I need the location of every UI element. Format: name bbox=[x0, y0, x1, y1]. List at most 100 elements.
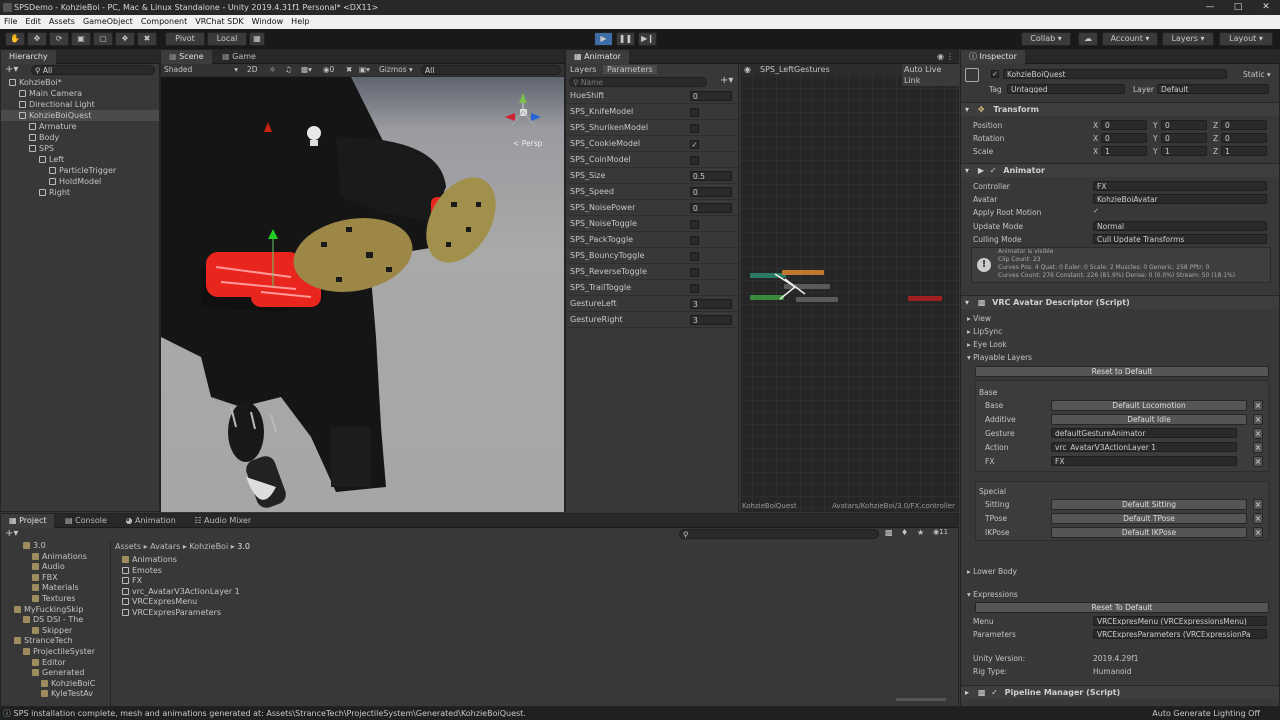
lighting-icon[interactable]: ☼ bbox=[269, 64, 276, 76]
hierarchy-item[interactable]: Armature bbox=[1, 121, 159, 132]
menu-vrchat-sdk[interactable]: VRChat SDK bbox=[191, 15, 247, 29]
tab-animator[interactable]: ▦ Animator bbox=[566, 50, 629, 64]
special-slot-button[interactable]: Default TPose bbox=[1051, 513, 1247, 524]
tab-game[interactable]: ▦ Game bbox=[214, 50, 264, 64]
create-icon[interactable]: +▾ bbox=[5, 528, 18, 539]
parameter-checkbox[interactable] bbox=[690, 156, 699, 165]
tag-dropdown[interactable]: Untagged bbox=[1007, 84, 1125, 94]
project-tree-item[interactable]: 3.0 bbox=[1, 541, 110, 552]
pause-button[interactable]: ❚❚ bbox=[616, 32, 635, 46]
parameter-checkbox[interactable]: ✓ bbox=[690, 140, 699, 149]
custom-tool-icon[interactable]: ✖ bbox=[137, 32, 157, 46]
parameter-checkbox[interactable] bbox=[690, 268, 699, 277]
controller-field[interactable]: FX bbox=[1093, 181, 1267, 191]
auto-lighting-status[interactable]: Auto Generate Lighting Off bbox=[1152, 707, 1260, 720]
gizmos-dropdown[interactable]: Gizmos ▾ bbox=[379, 64, 413, 76]
tab-layers[interactable]: Layers bbox=[566, 65, 600, 74]
static-toggle[interactable]: Static ▾ bbox=[1243, 70, 1271, 79]
hierarchy-search-input[interactable]: ⚲ All bbox=[31, 65, 155, 75]
avatar-field[interactable]: KohzieBoiAvatar bbox=[1093, 194, 1267, 204]
pipeline-header[interactable]: ▸ ▩ ✓ Pipeline Manager (Script) bbox=[961, 685, 1279, 699]
zoom-slider[interactable] bbox=[896, 698, 946, 701]
project-tree-item[interactable]: Materials bbox=[1, 583, 110, 594]
menu-gameobject[interactable]: GameObject bbox=[79, 15, 137, 29]
tab-project[interactable]: ▦ Project bbox=[1, 514, 55, 528]
transform-value-field[interactable]: 0 bbox=[1161, 133, 1207, 143]
project-file-item[interactable]: Animations bbox=[122, 555, 958, 566]
animator-graph[interactable]: ◉ SPS_LeftGestures Auto Live Link Kohzie… bbox=[740, 64, 959, 512]
project-tree-item[interactable]: StranceTech bbox=[1, 636, 110, 647]
expressions-menu-field[interactable]: VRCExpresMenu (VRCExpressionsMenu) bbox=[1093, 616, 1267, 626]
update-mode-dropdown[interactable]: Normal bbox=[1093, 221, 1267, 231]
visibility-icon[interactable]: ◉0 bbox=[323, 64, 334, 76]
reset-expressions-button[interactable]: Reset To Default bbox=[975, 602, 1269, 613]
parameter-row[interactable]: SPS_PackToggle bbox=[566, 232, 738, 248]
parameter-row[interactable]: SPS_NoisePower 0 bbox=[566, 200, 738, 216]
project-file-item[interactable]: FX bbox=[122, 576, 958, 587]
project-tree-item[interactable]: DS DSI - The bbox=[1, 615, 110, 626]
scale-tool-icon[interactable]: ▣ bbox=[71, 32, 91, 46]
project-file-item[interactable]: Emotes bbox=[122, 566, 958, 577]
hand-tool-icon[interactable]: ✋ bbox=[5, 32, 25, 46]
menu-edit[interactable]: Edit bbox=[21, 15, 45, 29]
scene-search-input[interactable]: All bbox=[421, 65, 561, 75]
project-tree-item[interactable]: Textures bbox=[1, 594, 110, 605]
filter-label-icon[interactable]: ♦ bbox=[901, 528, 908, 537]
parameter-row[interactable]: SPS_CoinModel bbox=[566, 152, 738, 168]
orientation-gizmo[interactable] bbox=[501, 89, 545, 133]
clear-icon[interactable]: × bbox=[1253, 513, 1263, 524]
parameter-value-field[interactable]: 0 bbox=[690, 203, 732, 213]
transform-value-field[interactable]: 1 bbox=[1221, 146, 1267, 156]
breadcrumb-item[interactable]: KohzieBoi bbox=[189, 542, 228, 551]
expressions-parameters-field[interactable]: VRCExpresParameters (VRCExpressionPa bbox=[1093, 629, 1267, 639]
clear-icon[interactable]: × bbox=[1253, 527, 1263, 538]
status-message[interactable]: SPS installation complete, mesh and anim… bbox=[14, 709, 526, 718]
clear-icon[interactable]: × bbox=[1253, 456, 1263, 467]
parameter-checkbox[interactable] bbox=[690, 252, 699, 261]
hierarchy-item[interactable]: KohzieBoi* bbox=[1, 77, 159, 88]
parameter-checkbox[interactable] bbox=[690, 124, 699, 133]
hierarchy-item[interactable]: Main Camera bbox=[1, 88, 159, 99]
transform-value-field[interactable]: 0 bbox=[1101, 133, 1147, 143]
pivot-toggle[interactable]: Pivot bbox=[165, 32, 205, 46]
parameter-row[interactable]: SPS_Size 0.5 bbox=[566, 168, 738, 184]
parameter-row[interactable]: SPS_KnifeModel bbox=[566, 104, 738, 120]
parameter-value-field[interactable]: 0.5 bbox=[690, 171, 732, 181]
parameter-row[interactable]: SPS_ReverseToggle bbox=[566, 264, 738, 280]
culling-mode-dropdown[interactable]: Cull Update Transforms bbox=[1093, 234, 1267, 244]
parameter-row[interactable]: SPS_TrailToggle bbox=[566, 280, 738, 296]
menu-component[interactable]: Component bbox=[137, 15, 191, 29]
parameter-value-field[interactable]: 0 bbox=[690, 187, 732, 197]
parameter-row[interactable]: HueShift 0 bbox=[566, 88, 738, 104]
hierarchy-item[interactable]: HoldModel bbox=[1, 176, 159, 187]
transform-value-field[interactable]: 1 bbox=[1161, 146, 1207, 156]
move-tool-icon[interactable]: ✥ bbox=[27, 32, 47, 46]
parameter-checkbox[interactable] bbox=[690, 284, 699, 293]
clear-icon[interactable]: × bbox=[1253, 428, 1263, 439]
view-foldout[interactable]: ▸ View bbox=[967, 314, 991, 323]
project-tree-item[interactable]: Skipper bbox=[1, 626, 110, 637]
rect-tool-icon[interactable]: ▢ bbox=[93, 32, 113, 46]
tools-icon[interactable]: ✖ bbox=[346, 64, 352, 76]
grid-snap-icon[interactable]: ▦ bbox=[249, 32, 265, 46]
layer-breadcrumb[interactable]: SPS_LeftGestures bbox=[760, 64, 830, 75]
hidden-count[interactable]: ◉11 bbox=[933, 528, 948, 536]
project-tree-item[interactable]: Animations bbox=[1, 552, 110, 563]
project-file-item[interactable]: vrc_AvatarV3ActionLayer 1 bbox=[122, 587, 958, 598]
component-checkbox[interactable]: ✓ bbox=[988, 688, 998, 697]
menu-assets[interactable]: Assets bbox=[45, 15, 79, 29]
menu-window[interactable]: Window bbox=[248, 15, 288, 29]
rotate-tool-icon[interactable]: ⟳ bbox=[49, 32, 69, 46]
menu-file[interactable]: File bbox=[0, 15, 21, 29]
parameter-checkbox[interactable] bbox=[690, 236, 699, 245]
parameter-row[interactable]: SPS_NoiseToggle bbox=[566, 216, 738, 232]
step-button[interactable]: ▶❙ bbox=[638, 32, 657, 46]
maximize-button[interactable]: □ bbox=[1224, 0, 1252, 15]
hierarchy-item[interactable]: KohzieBoiQuest bbox=[1, 110, 159, 121]
descriptor-header[interactable]: ▾ ▩ VRC Avatar Descriptor (Script) bbox=[961, 295, 1279, 309]
transform-header[interactable]: ▾ ✥ Transform bbox=[961, 102, 1279, 116]
menu-help[interactable]: Help bbox=[287, 15, 313, 29]
layer-slot-field[interactable]: Default Locomotion bbox=[1051, 400, 1247, 411]
project-tree-item[interactable]: Audio bbox=[1, 562, 110, 573]
2d-toggle[interactable]: 2D bbox=[247, 64, 258, 76]
